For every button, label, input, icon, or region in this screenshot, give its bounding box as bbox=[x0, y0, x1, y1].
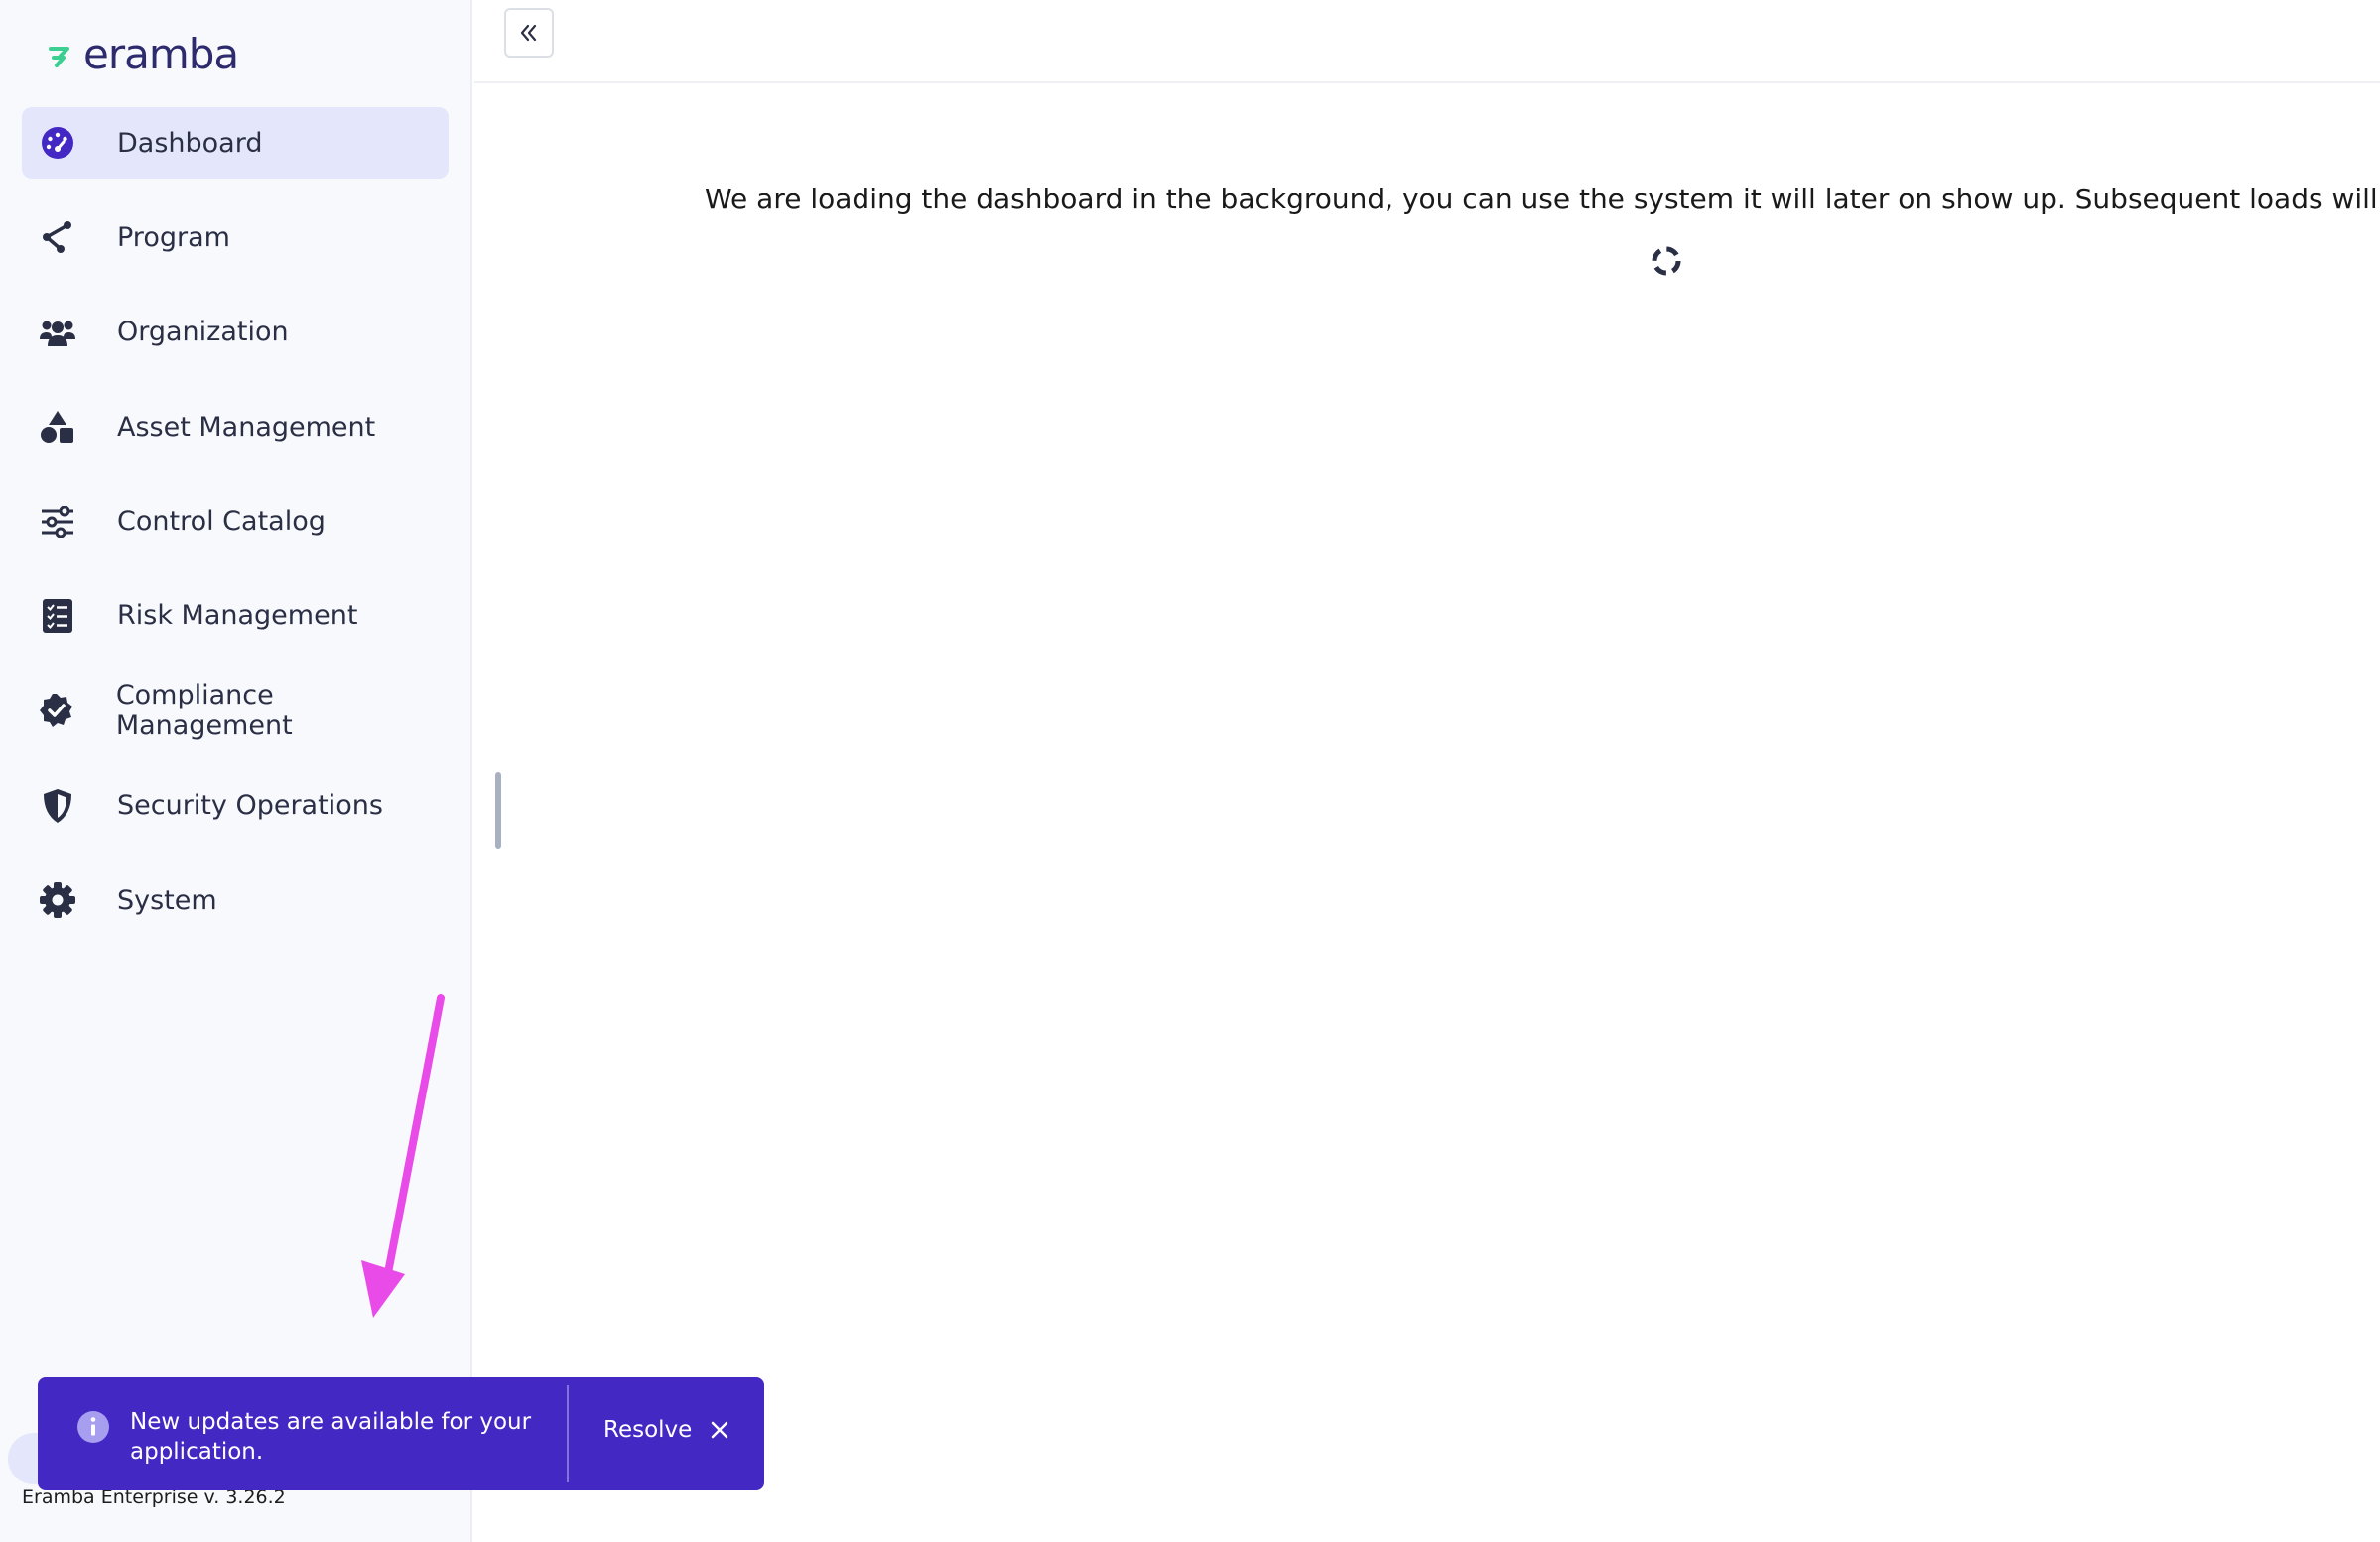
shield-icon bbox=[38, 786, 77, 826]
sidebar-item-security-operations[interactable]: Security Operations bbox=[22, 770, 449, 841]
sidebar-item-dashboard[interactable]: Dashboard bbox=[22, 107, 449, 179]
toast-message: New updates are available for your appli… bbox=[130, 1409, 532, 1465]
program-icon bbox=[38, 217, 77, 257]
sidebar-item-label: Risk Management bbox=[117, 600, 358, 632]
update-notification-toast: New updates are available for your appli… bbox=[38, 1377, 764, 1490]
app-logo[interactable]: eramba bbox=[48, 28, 239, 79]
sidebar-item-asset-management[interactable]: Asset Management bbox=[22, 391, 449, 462]
checklist-icon bbox=[38, 596, 77, 636]
sidebar-item-label: Organization bbox=[117, 317, 289, 348]
double-chevron-left-icon bbox=[520, 24, 537, 42]
dashboard-icon bbox=[38, 123, 77, 163]
sidebar-resize-handle[interactable] bbox=[495, 772, 501, 849]
gear-icon bbox=[38, 880, 77, 920]
sidebar-item-label: Control Catalog bbox=[117, 506, 326, 538]
sidebar-item-compliance-management[interactable]: Compliance Management bbox=[22, 675, 449, 746]
sidebar-item-label: Program bbox=[117, 221, 230, 253]
dashboard-loading-message: We are loading the dashboard in the back… bbox=[705, 183, 2380, 215]
sidebar-item-organization[interactable]: Organization bbox=[22, 297, 449, 368]
sidebar-item-label: Security Operations bbox=[117, 790, 383, 822]
sidebar-item-label: Asset Management bbox=[117, 411, 376, 443]
sidebar-item-label: Dashboard bbox=[117, 127, 263, 159]
logo-text: eramba bbox=[83, 29, 239, 78]
info-icon bbox=[77, 1411, 109, 1443]
sidebar-item-label: Compliance Management bbox=[115, 680, 293, 742]
sidebar-item-label: System bbox=[117, 884, 217, 916]
top-bar bbox=[474, 0, 2380, 83]
shapes-icon bbox=[38, 407, 77, 447]
toast-divider bbox=[567, 1385, 569, 1482]
sliders-icon bbox=[38, 502, 77, 542]
loading-spinner-icon bbox=[1652, 246, 1681, 276]
sidebar-item-control-catalog[interactable]: Control Catalog bbox=[22, 486, 449, 558]
annotation-arrow-icon bbox=[361, 994, 445, 1318]
badge-check-icon bbox=[38, 691, 76, 730]
sidebar-nav: Dashboard Program Organization Asset Man… bbox=[22, 107, 449, 960]
collapse-sidebar-button[interactable] bbox=[504, 8, 554, 58]
sidebar-item-system[interactable]: System bbox=[22, 864, 449, 936]
close-icon[interactable] bbox=[707, 1417, 732, 1443]
sidebar-item-risk-management[interactable]: Risk Management bbox=[22, 580, 449, 652]
users-icon bbox=[38, 313, 77, 352]
eramba-logo-icon bbox=[49, 47, 69, 67]
sidebar-item-program[interactable]: Program bbox=[22, 201, 449, 273]
resolve-button[interactable]: Resolve bbox=[603, 1417, 692, 1443]
